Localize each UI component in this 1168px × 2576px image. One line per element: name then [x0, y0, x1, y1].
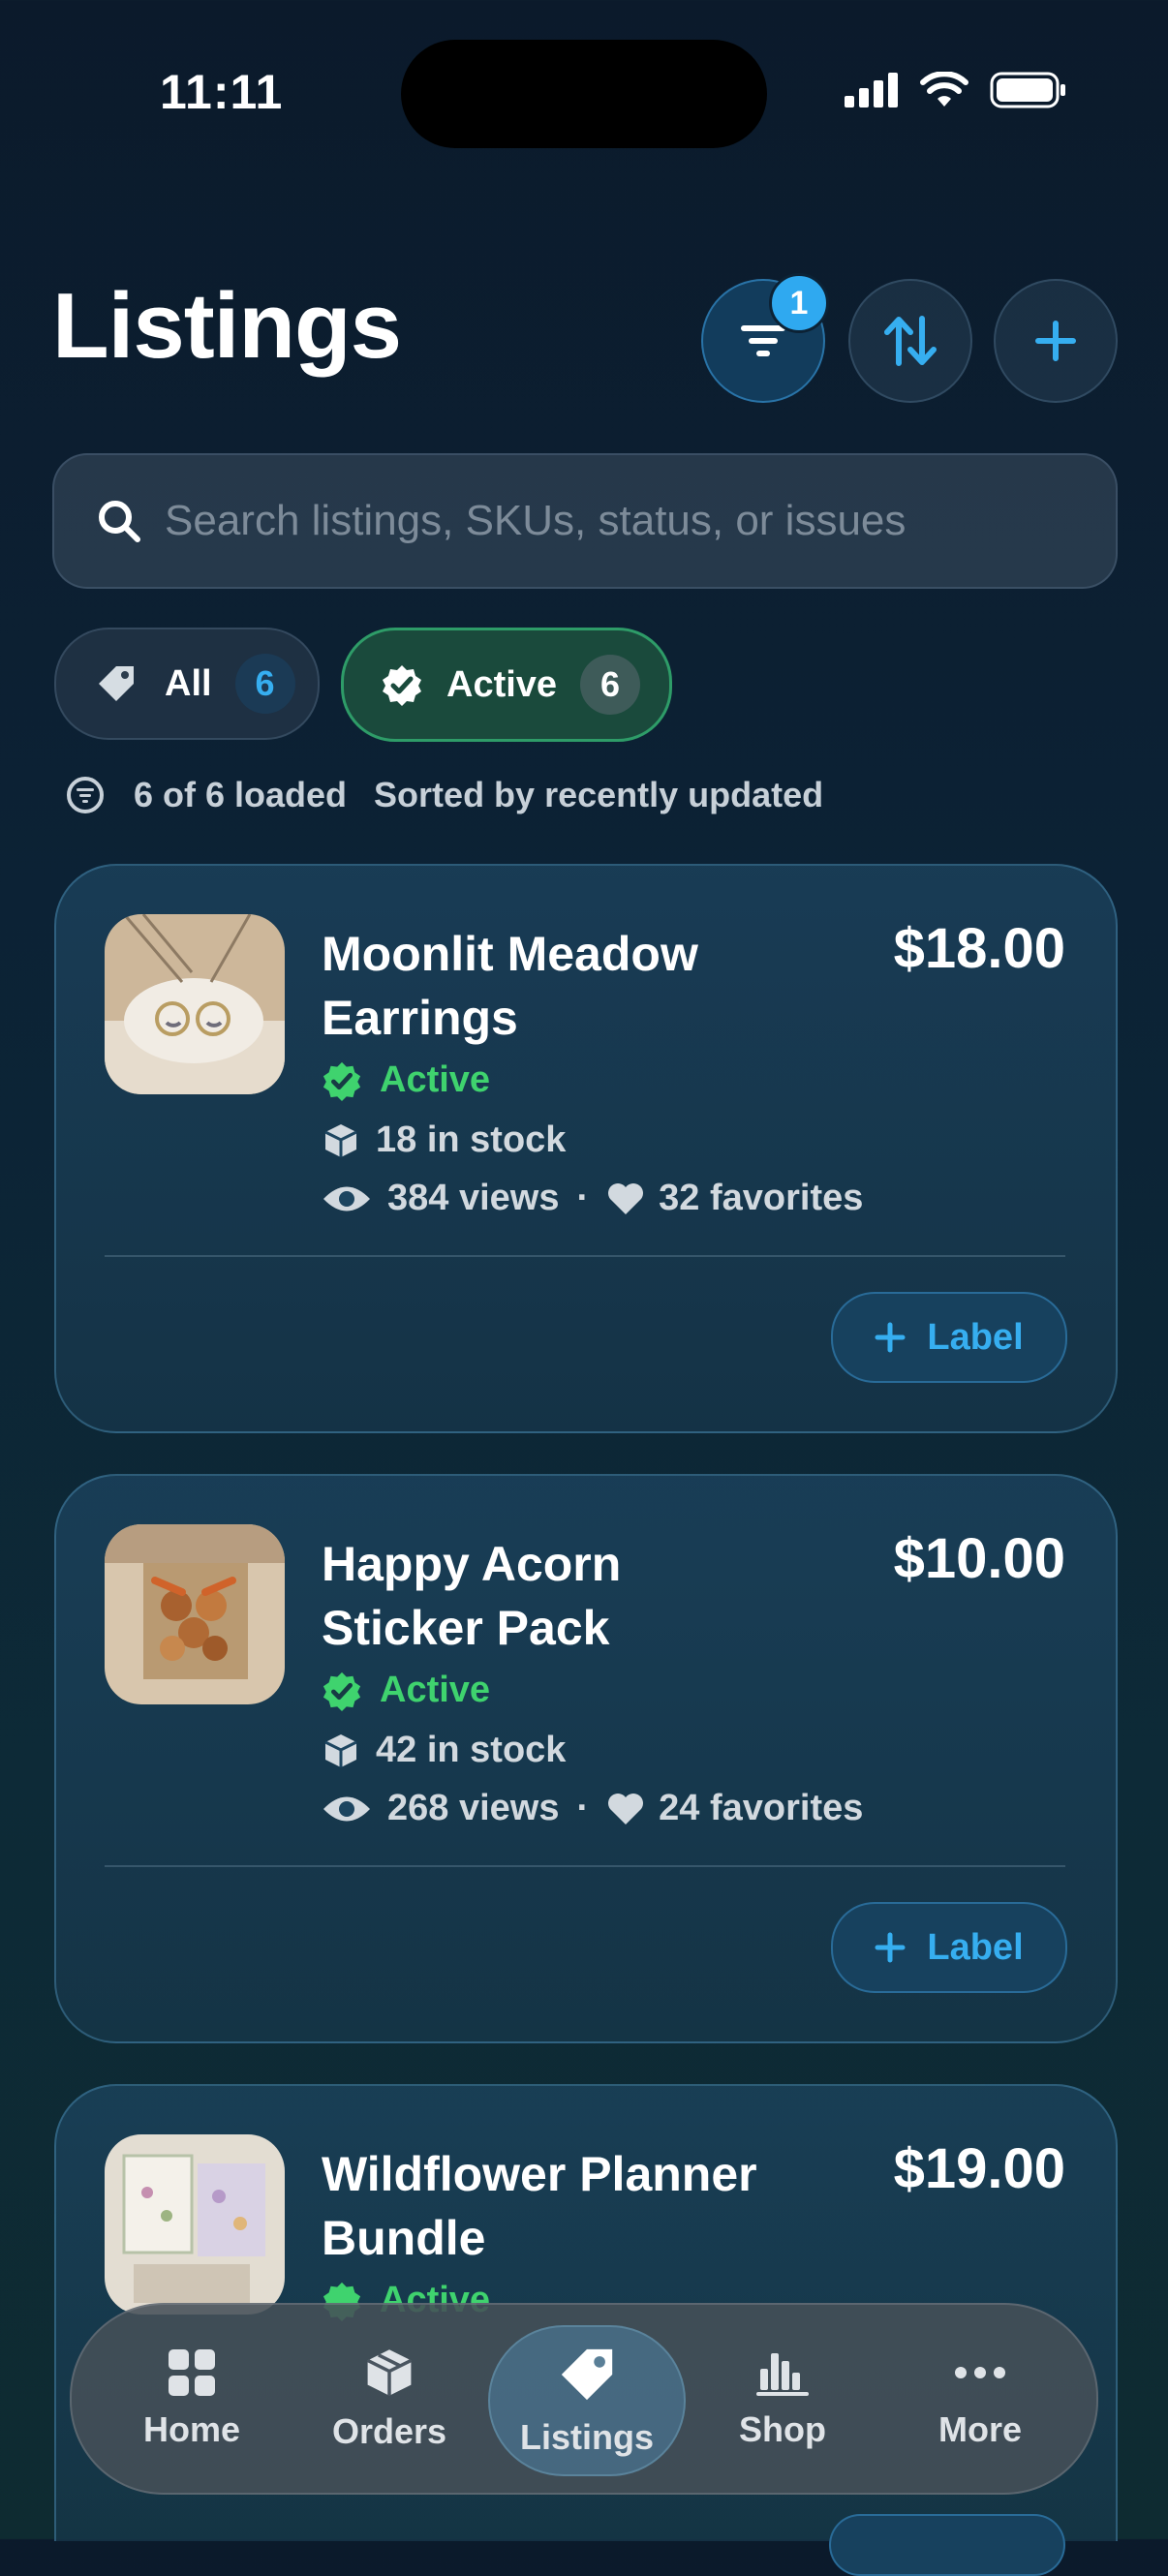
- verified-badge-icon: [383, 665, 421, 706]
- status-bar: 11:11: [0, 0, 1168, 148]
- listing-title: Wildflower Planner Bundle: [322, 2147, 757, 2265]
- listing-engagement: 384 views · 32 favorites: [322, 1178, 863, 1219]
- add-label-button[interactable]: Label: [831, 1902, 1067, 1993]
- plus-icon: [1035, 321, 1076, 361]
- heart-icon: [608, 1182, 644, 1214]
- tag-icon: [561, 2348, 613, 2401]
- search-bar[interactable]: Search listings, SKUs, status, or issues: [52, 453, 1118, 589]
- filter-button[interactable]: 1: [701, 273, 829, 403]
- label-button-text: Label: [927, 1316, 1024, 1358]
- eye-icon: [323, 1796, 370, 1821]
- listing-thumbnail: [105, 914, 285, 1094]
- results-summary: 6 of 6 loaded Sorted by recently updated: [66, 775, 823, 815]
- tab-more[interactable]: More: [883, 2305, 1077, 2493]
- dynamic-island: [401, 40, 767, 148]
- battery-icon: [990, 72, 1065, 108]
- add-listing-button[interactable]: [994, 279, 1118, 403]
- tab-shop[interactable]: Shop: [686, 2305, 879, 2493]
- ellipsis-icon: [955, 2367, 1005, 2378]
- tab-orders[interactable]: Orders: [292, 2305, 486, 2493]
- chip-all-count: 6: [234, 654, 295, 714]
- tab-listings-label: Listings: [519, 2417, 654, 2457]
- stock-count: 42 in stock: [376, 1730, 567, 1770]
- tab-more-label: More: [937, 2409, 1022, 2449]
- signal-icon: [845, 73, 898, 107]
- card-divider: [105, 1255, 1065, 1257]
- status-label: Active: [380, 1670, 491, 1710]
- stock-count: 18 in stock: [376, 1119, 567, 1160]
- filter-icon: [741, 325, 785, 356]
- search-placeholder: Search listings, SKUs, status, or issues: [165, 497, 907, 544]
- status-icons: [845, 72, 1067, 108]
- sort-arrows-icon: [884, 316, 937, 366]
- box-icon: [324, 1123, 357, 1157]
- status-label: Active: [380, 1059, 491, 1100]
- plus-icon: [875, 1322, 906, 1353]
- listing-thumbnail: [105, 2134, 285, 2315]
- listing-stock: 42 in stock: [322, 1730, 566, 1771]
- sort-description: Sorted by recently updated: [374, 775, 824, 814]
- listing-stock: 18 in stock: [322, 1119, 566, 1161]
- listing-title: Moonlit Meadow Earrings: [322, 927, 698, 1045]
- listing-card[interactable]: Happy Acorn Sticker Pack $10.00 Active 4…: [54, 1474, 1118, 2043]
- filter-chip-active[interactable]: Active 6: [341, 628, 672, 742]
- favorites-count: 32 favorites: [659, 1178, 864, 1218]
- verified-badge-icon: [323, 1061, 361, 1101]
- sort-button[interactable]: [848, 279, 972, 403]
- search-icon: [99, 501, 140, 542]
- listing-status: Active: [322, 1670, 490, 1711]
- add-label-button[interactable]: Label: [831, 1292, 1067, 1383]
- grid-icon: [169, 2349, 215, 2396]
- listing-price: $19.00: [893, 2137, 1065, 2200]
- filter-chip-all[interactable]: All 6: [54, 628, 320, 740]
- views-count: 268 views: [387, 1788, 560, 1828]
- tag-icon: [99, 666, 134, 701]
- loaded-count: 6 of 6 loaded: [134, 775, 348, 814]
- filter-circle-icon: [67, 777, 104, 813]
- tab-orders-label: Orders: [331, 2411, 447, 2451]
- plus-icon: [875, 1932, 906, 1963]
- tab-home-label: Home: [142, 2409, 241, 2449]
- listing-price: $18.00: [893, 917, 1065, 980]
- listing-title: Happy Acorn Sticker Pack: [322, 1537, 622, 1655]
- card-divider: [105, 1865, 1065, 1867]
- listing-engagement: 268 views · 24 favorites: [322, 1788, 863, 1829]
- tab-shop-label: Shop: [739, 2409, 826, 2449]
- wifi-icon: [920, 72, 968, 107]
- tab-listings[interactable]: Listings: [488, 2325, 686, 2476]
- heart-icon: [608, 1793, 644, 1825]
- listing-price: $10.00: [893, 1527, 1065, 1590]
- views-count: 384 views: [387, 1178, 560, 1218]
- page-title: Listings: [52, 274, 402, 378]
- chip-active-count: 6: [580, 655, 641, 715]
- separator-dot: ·: [576, 1178, 590, 1218]
- tab-home[interactable]: Home: [95, 2305, 289, 2493]
- verified-badge-icon: [323, 1671, 361, 1711]
- add-label-button-partial[interactable]: [829, 2514, 1065, 2576]
- box-icon: [324, 1733, 357, 1767]
- chip-active-label: Active: [446, 663, 558, 705]
- favorites-count: 24 favorites: [659, 1788, 864, 1828]
- label-button-text: Label: [927, 1926, 1024, 1968]
- filter-count-badge: 1: [769, 273, 829, 333]
- listing-thumbnail: [105, 1524, 285, 1704]
- listing-card[interactable]: Moonlit Meadow Earrings $18.00 Active 18…: [54, 864, 1118, 1433]
- box-icon: [366, 2349, 413, 2396]
- eye-icon: [323, 1186, 370, 1211]
- status-time: 11:11: [160, 65, 284, 119]
- bottom-tab-bar: Home Orders Listings Shop More: [70, 2303, 1098, 2495]
- chip-all-label: All: [165, 662, 212, 704]
- separator-dot: ·: [576, 1788, 590, 1828]
- bar-chart-icon: [756, 2353, 809, 2396]
- listing-status: Active: [322, 1059, 490, 1101]
